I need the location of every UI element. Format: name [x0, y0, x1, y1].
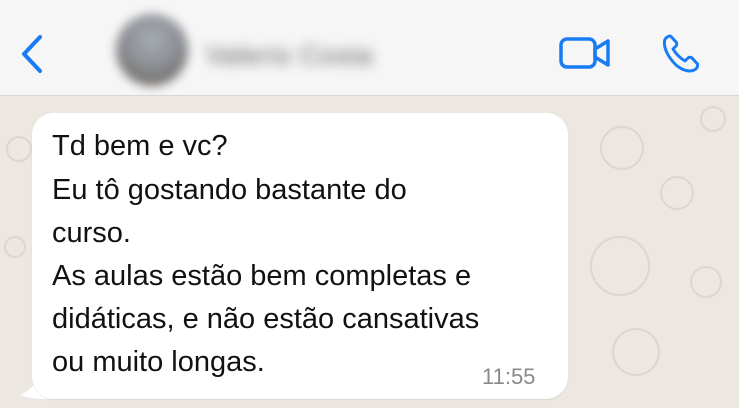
voice-call-button[interactable]: [656, 28, 706, 78]
doodle-icon: [6, 136, 32, 162]
chat-header: Valerio Costa: [0, 0, 739, 96]
message-text-line: As aulas estão bem completas e: [52, 260, 472, 292]
message-text-line: curso.: [52, 217, 131, 249]
phone-icon: [662, 34, 700, 73]
contact-name[interactable]: Valerio Costa: [206, 40, 373, 71]
doodle-icon: [700, 106, 726, 132]
message-text-line: Eu tô gostando bastante do: [52, 174, 407, 206]
video-call-button[interactable]: [556, 30, 614, 76]
doodle-icon: [612, 328, 660, 376]
doodle-icon: [660, 176, 694, 210]
doodle-icon: [4, 236, 26, 258]
avatar[interactable]: [116, 14, 188, 86]
doodle-icon: [590, 236, 650, 296]
video-camera-icon: [559, 37, 610, 69]
doodle-icon: [690, 266, 722, 298]
message-text-line: ou muito longas.: [52, 346, 265, 378]
message-text-line: didáticas, e não estão cansativas: [52, 303, 480, 335]
message-timestamp: 11:55: [482, 364, 536, 389]
doodle-icon: [600, 126, 644, 170]
back-button[interactable]: [14, 32, 50, 76]
chevron-left-icon: [22, 35, 42, 73]
message-text-line: Td bem e vc?: [52, 130, 228, 162]
